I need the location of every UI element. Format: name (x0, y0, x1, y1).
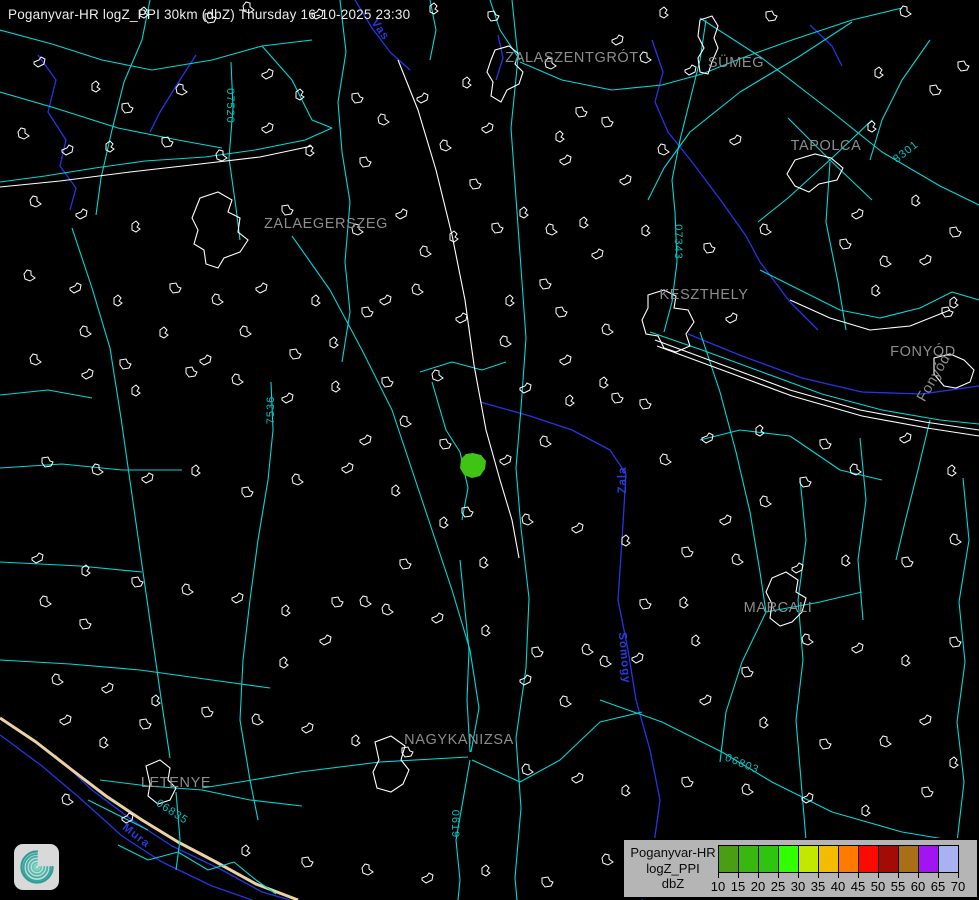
dbz-cell (858, 845, 879, 873)
city-label: SÜMEG (708, 55, 764, 71)
city-label: ZALASZENTGRÓT (505, 50, 638, 66)
dbz-cell (738, 845, 759, 873)
water-label: Somogy (616, 632, 632, 684)
met-logo (14, 844, 59, 890)
radar-title: Poganyvar-HR logZ_PPI 30km (dbZ) Thursda… (8, 7, 410, 22)
dbz-tick (958, 873, 959, 878)
dbz-cell (938, 845, 959, 873)
dbz-tick (878, 873, 879, 878)
city-label: TAPOLCA (791, 138, 862, 154)
city-label: MARCALI (744, 600, 813, 616)
legend-product: logZ_PPI (628, 861, 718, 877)
dbz-cell (918, 845, 939, 873)
dbz-tick (838, 873, 839, 878)
dbz-cell (798, 845, 819, 873)
road-number-label: 07520 (224, 88, 236, 124)
city-label: NAGYKANIZSA (404, 732, 514, 748)
dbz-tick-label: 70 (943, 879, 973, 894)
city-label: KESZTHELY (660, 287, 749, 303)
water-label: Mura (120, 822, 152, 851)
road-number-label: 06803 (723, 752, 760, 776)
map-labels: SÜMEG ZALASZENTGRÓT TAPOLCA ZALAEGERSZEG KES… (0, 0, 979, 900)
dbz-tick (778, 873, 779, 878)
dbz-tick (818, 873, 819, 878)
city-label: ZALAEGERSZEG (264, 216, 388, 232)
dbz-tick (898, 873, 899, 878)
radar-screen: Poganyvar-HR logZ_PPI 30km (dbZ) Thursda… (0, 0, 979, 900)
dbz-tick (938, 873, 939, 878)
dbz-cell (818, 845, 839, 873)
legend-station: Poganyvar-HR (628, 845, 718, 861)
road-number-label: 7536 (265, 396, 277, 424)
dbz-tick (798, 873, 799, 878)
dbz-cell (898, 845, 919, 873)
radar-legend: Poganyvar-HR logZ_PPI dbZ 10152025303540… (622, 838, 979, 899)
road-number-label: 07343 (672, 224, 684, 260)
dbz-tick (918, 873, 919, 878)
dbz-tick (758, 873, 759, 878)
road-number-label: 06835 (154, 797, 190, 826)
dbz-tick (718, 873, 719, 878)
dbz-cell (758, 845, 779, 873)
dbz-colorbar: 10152025303540455055606570 (718, 845, 976, 895)
dbz-tick (858, 873, 859, 878)
water-label: Zala (617, 466, 629, 493)
dbz-cell (878, 845, 899, 873)
road-number-label: 8301 (891, 139, 921, 166)
dbz-cell (778, 845, 799, 873)
dbz-cell (718, 845, 739, 873)
spiral-icon (18, 848, 56, 886)
dbz-cell (838, 845, 859, 873)
dbz-tick (738, 873, 739, 878)
city-label: LETENYE (141, 775, 211, 791)
road-number-label: 0619 (449, 810, 461, 838)
